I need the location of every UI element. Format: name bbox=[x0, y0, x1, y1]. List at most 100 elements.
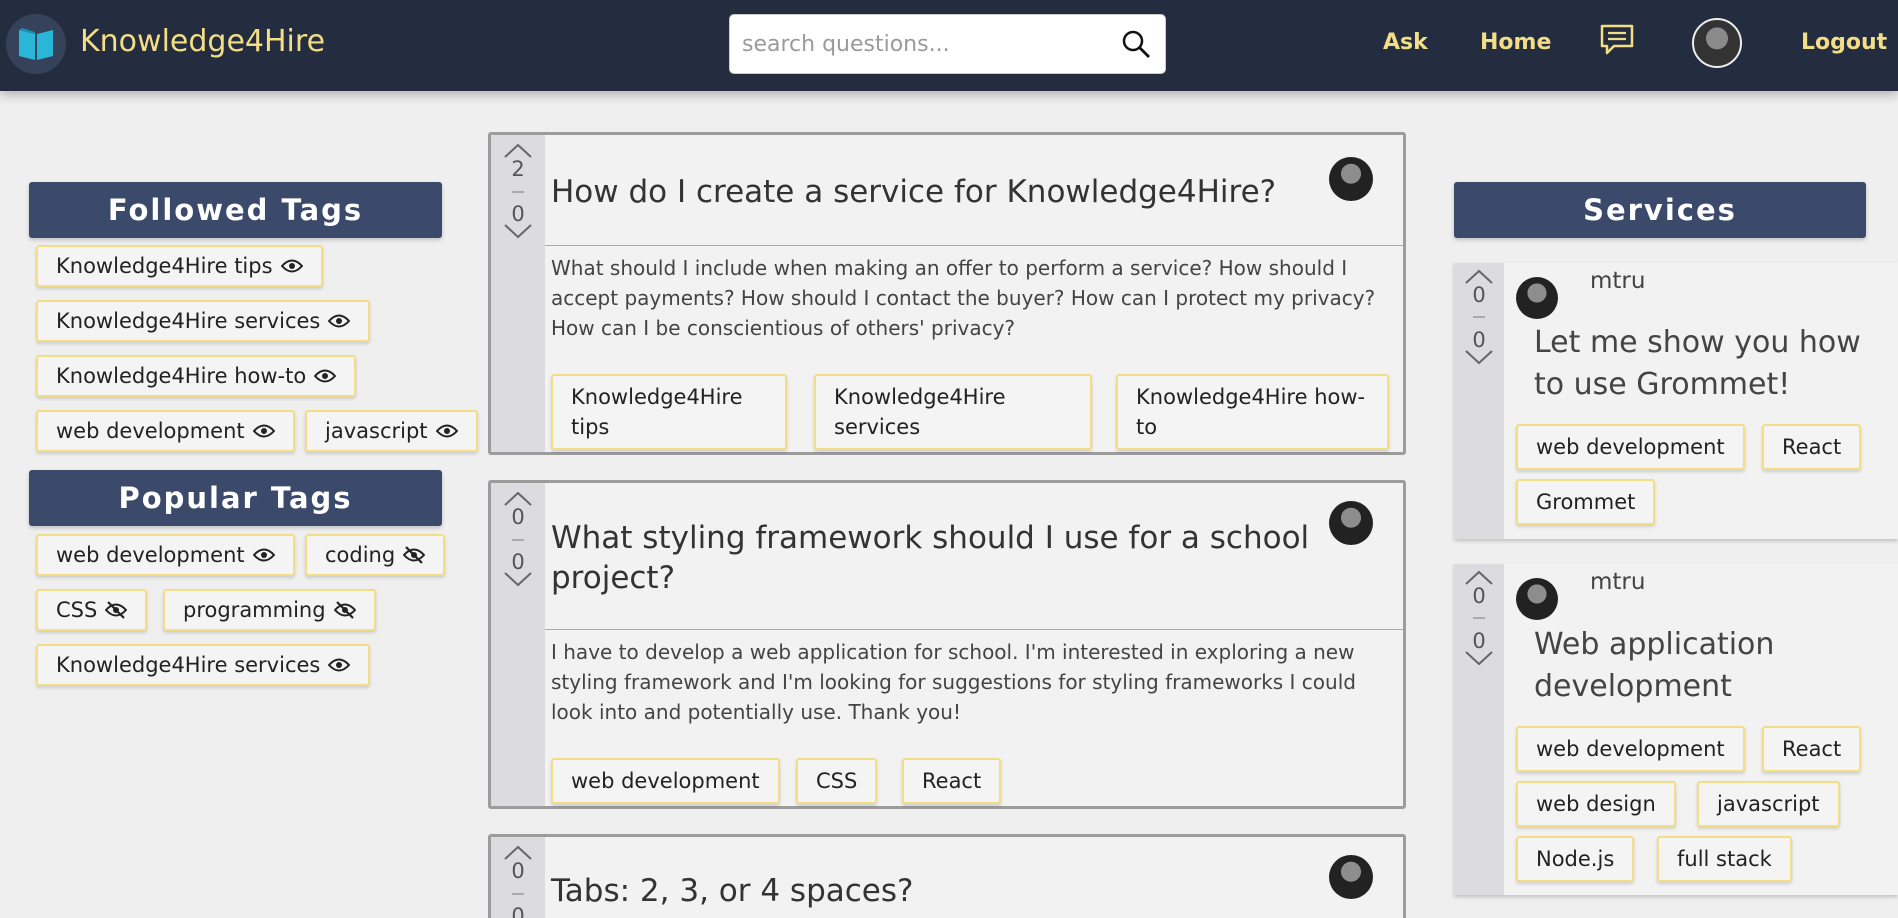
vote-column: 0 0 bbox=[1454, 263, 1504, 539]
popular-tag[interactable]: programming bbox=[163, 589, 376, 631]
popular-tag[interactable]: coding bbox=[305, 534, 446, 576]
downvote-count: 0 bbox=[511, 904, 525, 918]
search-icon[interactable] bbox=[1121, 29, 1151, 63]
eye-icon[interactable] bbox=[328, 314, 351, 328]
search-bar bbox=[729, 14, 1166, 74]
followed-tag[interactable]: javascript bbox=[305, 410, 478, 452]
eye-slash-icon[interactable] bbox=[105, 601, 128, 619]
service-title[interactable]: Let me show you how to use Grommet! bbox=[1534, 322, 1884, 406]
provider-avatar[interactable] bbox=[1516, 578, 1558, 620]
tag-label: CSS bbox=[56, 598, 98, 622]
service-card[interactable]: 0 0 mtru Let me show you how to use Grom… bbox=[1454, 263, 1898, 539]
tag-label: web development bbox=[56, 543, 245, 567]
eye-icon[interactable] bbox=[280, 259, 303, 273]
eye-icon[interactable] bbox=[435, 424, 458, 438]
popular-tag[interactable]: CSS bbox=[36, 589, 148, 631]
followed-tag[interactable]: Knowledge4Hire how-to bbox=[36, 355, 357, 397]
question-tag[interactable]: Knowledge4Hire services bbox=[814, 374, 1092, 450]
tag-label: Knowledge4Hire services bbox=[56, 309, 321, 333]
service-tag[interactable]: Node.js bbox=[1516, 836, 1635, 882]
vote-column: 2 0 bbox=[491, 135, 545, 452]
nav-logout-link[interactable]: Logout bbox=[1801, 30, 1887, 55]
upvote-count: 0 bbox=[1472, 283, 1486, 307]
provider-name[interactable]: mtru bbox=[1590, 569, 1645, 595]
vote-column: 0 0 bbox=[491, 837, 545, 918]
author-avatar[interactable] bbox=[1329, 855, 1373, 899]
question-card[interactable]: 0 0 Tabs: 2, 3, or 4 spaces? bbox=[488, 834, 1406, 918]
service-title[interactable]: Web application development bbox=[1534, 624, 1884, 708]
nav-ask-link[interactable]: Ask bbox=[1383, 30, 1428, 55]
question-tag[interactable]: Knowledge4Hire tips bbox=[551, 374, 787, 450]
tag-label: Knowledge4Hire tips bbox=[56, 254, 273, 278]
question-title[interactable]: Tabs: 2, 3, or 4 spaces? bbox=[551, 871, 1311, 911]
downvote-icon[interactable] bbox=[1464, 349, 1494, 369]
eye-icon[interactable] bbox=[314, 369, 337, 383]
nav-home-link[interactable]: Home bbox=[1480, 30, 1551, 55]
provider-name[interactable]: mtru bbox=[1590, 268, 1645, 294]
question-title[interactable]: How do I create a service for Knowledge4… bbox=[551, 172, 1311, 212]
provider-avatar[interactable] bbox=[1516, 277, 1558, 319]
downvote-icon[interactable] bbox=[1464, 650, 1494, 670]
top-navbar: Knowledge4Hire Ask Home Logout bbox=[0, 0, 1898, 91]
upvote-count: 0 bbox=[511, 859, 525, 883]
question-title[interactable]: What styling framework should I use for … bbox=[551, 518, 1311, 598]
tag-label: programming bbox=[183, 598, 326, 622]
brand-name[interactable]: Knowledge4Hire bbox=[80, 24, 325, 59]
question-tag[interactable]: web development bbox=[551, 758, 780, 804]
tag-label: javascript bbox=[325, 419, 428, 443]
followed-tags-header: Followed Tags bbox=[29, 182, 442, 238]
question-body: I have to develop a web application for … bbox=[551, 640, 1356, 724]
tag-label: coding bbox=[325, 543, 396, 567]
question-tag[interactable]: React bbox=[902, 758, 1002, 804]
eye-icon[interactable] bbox=[328, 658, 351, 672]
title-divider bbox=[545, 629, 1403, 630]
service-tag[interactable]: web design bbox=[1516, 781, 1676, 827]
question-card[interactable]: 0 0 What styling framework should I use … bbox=[488, 480, 1406, 809]
question-tag[interactable]: Knowledge4Hire how-to bbox=[1116, 374, 1389, 450]
question-card[interactable]: 2 0 How do I create a service for Knowle… bbox=[488, 132, 1406, 455]
service-tag[interactable]: React bbox=[1762, 424, 1862, 470]
author-avatar[interactable] bbox=[1329, 501, 1373, 545]
tag-label: Knowledge4Hire how-to bbox=[56, 364, 307, 388]
vote-column: 0 0 bbox=[491, 483, 545, 806]
popular-tag[interactable]: web development bbox=[36, 534, 295, 576]
service-tag[interactable]: web development bbox=[1516, 424, 1745, 470]
question-body: What should I include when making an off… bbox=[551, 256, 1376, 340]
eye-slash-icon[interactable] bbox=[333, 601, 356, 619]
followed-tag[interactable]: Knowledge4Hire services bbox=[36, 300, 371, 342]
downvote-icon[interactable] bbox=[503, 223, 533, 243]
downvote-icon[interactable] bbox=[503, 571, 533, 591]
title-divider bbox=[545, 245, 1403, 246]
followed-tag[interactable]: Knowledge4Hire tips bbox=[36, 245, 323, 287]
book-logo-icon[interactable] bbox=[6, 14, 66, 74]
followed-tag[interactable]: web development bbox=[36, 410, 295, 452]
eye-icon[interactable] bbox=[252, 424, 275, 438]
user-avatar[interactable] bbox=[1692, 18, 1742, 68]
eye-icon[interactable] bbox=[252, 548, 275, 562]
service-card[interactable]: 0 0 mtru Web application development web… bbox=[1454, 564, 1898, 895]
vote-divider bbox=[512, 539, 524, 541]
vote-divider bbox=[1473, 617, 1485, 619]
upvote-count: 0 bbox=[1472, 584, 1486, 608]
question-tag[interactable]: CSS bbox=[796, 758, 878, 804]
service-tag[interactable]: javascript bbox=[1697, 781, 1840, 827]
search-input[interactable] bbox=[742, 23, 1112, 65]
popular-tags-header: Popular Tags bbox=[29, 470, 442, 526]
author-avatar[interactable] bbox=[1329, 157, 1373, 201]
tag-label: Knowledge4Hire services bbox=[56, 653, 321, 677]
service-tag[interactable]: full stack bbox=[1657, 836, 1792, 882]
vote-divider bbox=[512, 191, 524, 193]
upvote-count: 0 bbox=[511, 505, 525, 529]
chat-icon[interactable] bbox=[1600, 24, 1634, 60]
eye-slash-icon[interactable] bbox=[403, 546, 426, 564]
vote-column: 0 0 bbox=[1454, 564, 1504, 895]
vote-divider bbox=[512, 893, 524, 895]
service-tag[interactable]: web development bbox=[1516, 726, 1745, 772]
upvote-count: 2 bbox=[511, 157, 525, 181]
vote-divider bbox=[1473, 316, 1485, 318]
services-header: Services bbox=[1454, 182, 1866, 238]
service-tag[interactable]: React bbox=[1762, 726, 1862, 772]
popular-tag[interactable]: Knowledge4Hire services bbox=[36, 644, 371, 686]
service-tag[interactable]: Grommet bbox=[1516, 479, 1656, 525]
tag-label: web development bbox=[56, 419, 245, 443]
